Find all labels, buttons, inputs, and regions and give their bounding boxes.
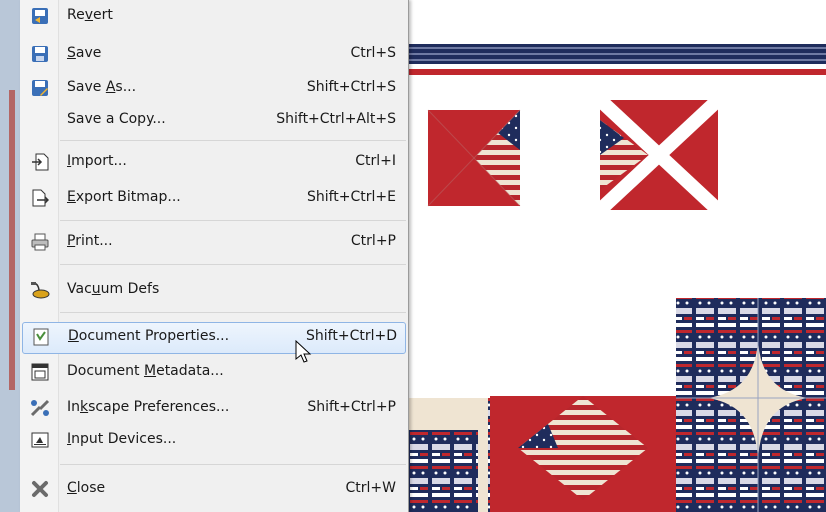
close-label-mnemonic: C [67, 480, 77, 496]
revert-icon [30, 6, 50, 26]
export-label-post: xport Bitmap... [75, 189, 181, 205]
save-a-copy-shortcut: Shift+Ctrl+Alt+S [276, 111, 396, 127]
document-properties-label-post: ocument Properties... [78, 328, 230, 344]
menu-item-inkscape-preferences[interactable]: Inkscape Preferences... Shift+Ctrl+P [22, 394, 404, 422]
menu-item-import[interactable]: Import... Ctrl+I [22, 148, 404, 176]
revert-label-pre: Re [67, 7, 85, 23]
save-as-icon [30, 78, 50, 98]
file-menu: Revert Save Ctrl+S Save As... Shift+Ctrl… [20, 0, 409, 512]
revert-label-mnemonic: v [84, 7, 94, 23]
inkscape-preferences-shortcut: Shift+Ctrl+P [307, 399, 396, 415]
menu-separator [60, 220, 406, 221]
document-properties-shortcut: Shift+Ctrl+D [306, 328, 397, 344]
document-properties-label-mnemonic: D [68, 328, 79, 344]
input-devices-label-post: nput Devices... [71, 431, 177, 447]
menu-item-close[interactable]: Close Ctrl+W [22, 475, 404, 503]
save-label-mnemonic: S [67, 45, 76, 61]
save-shortcut: Ctrl+S [350, 45, 396, 61]
save-as-label-post: s... [115, 79, 137, 95]
vacuum-label-post: um Defs [100, 281, 160, 297]
menu-item-save-a-copy[interactable]: Save a Copy... Shift+Ctrl+Alt+S [22, 106, 404, 134]
menu-item-vacuum-defs[interactable]: Vacuum Defs [22, 276, 404, 304]
inkscape-preferences-label-pre: In [67, 399, 81, 415]
print-label-post: rint... [75, 233, 113, 249]
vacuum-icon [30, 280, 50, 300]
close-label-post: lose [76, 480, 106, 496]
drawing-canvas[interactable] [408, 0, 826, 512]
print-label-mnemonic: P [67, 233, 76, 249]
close-shortcut: Ctrl+W [345, 480, 396, 496]
document-metadata-label-pre: Document [67, 363, 144, 379]
close-icon [30, 479, 50, 499]
import-label-post: mport... [71, 153, 127, 169]
document-metadata-label-post: etadata... [156, 363, 224, 379]
menu-item-print[interactable]: Print... Ctrl+P [22, 228, 404, 256]
menu-item-export-bitmap[interactable]: Export Bitmap... Shift+Ctrl+E [22, 184, 404, 212]
menu-separator [60, 264, 406, 265]
quilt-artwork [408, 44, 826, 512]
document-metadata-icon [30, 362, 50, 382]
save-label-post: ave [75, 45, 102, 61]
save-as-shortcut: Shift+Ctrl+S [306, 79, 396, 95]
revert-label-post: ert [93, 7, 113, 23]
save-icon [30, 44, 50, 64]
mouse-pointer-icon [295, 340, 312, 363]
menu-item-document-properties[interactable]: Document Properties... Shift+Ctrl+D [22, 322, 406, 354]
menu-item-document-metadata[interactable]: Document Metadata... [22, 358, 404, 386]
preferences-icon [30, 398, 50, 418]
printer-icon [30, 232, 50, 252]
inkscape-preferences-label-post: scape Preferences... [88, 399, 230, 415]
menu-separator [60, 464, 406, 465]
menu-separator [60, 140, 406, 141]
export-label-mnemonic: E [67, 189, 76, 205]
print-shortcut: Ctrl+P [350, 233, 396, 249]
vacuum-label-mnemonic: u [91, 281, 101, 297]
menu-item-revert[interactable]: Revert [22, 2, 404, 30]
menu-separator [60, 312, 406, 313]
menu-item-save[interactable]: Save Ctrl+S [22, 40, 404, 68]
window-edge-accent [9, 90, 15, 390]
document-metadata-label-mnemonic: M [143, 363, 157, 379]
inkscape-preferences-label-mnemonic: k [80, 399, 89, 415]
window-edge [0, 0, 20, 512]
save-as-label-mnemonic: A [105, 79, 116, 95]
export-icon [30, 188, 50, 208]
export-bitmap-shortcut: Shift+Ctrl+E [306, 189, 396, 205]
import-icon [30, 152, 50, 172]
menu-item-save-as[interactable]: Save As... Shift+Ctrl+S [22, 74, 404, 102]
document-properties-icon [31, 327, 51, 347]
vacuum-label-pre: Vac [67, 281, 92, 297]
save-a-copy-label: Save a Copy... [67, 111, 166, 127]
input-devices-icon [30, 430, 50, 450]
menu-item-input-devices[interactable]: Input Devices... [22, 426, 404, 454]
save-as-label-pre: Save [67, 79, 106, 95]
import-shortcut: Ctrl+I [355, 153, 396, 169]
